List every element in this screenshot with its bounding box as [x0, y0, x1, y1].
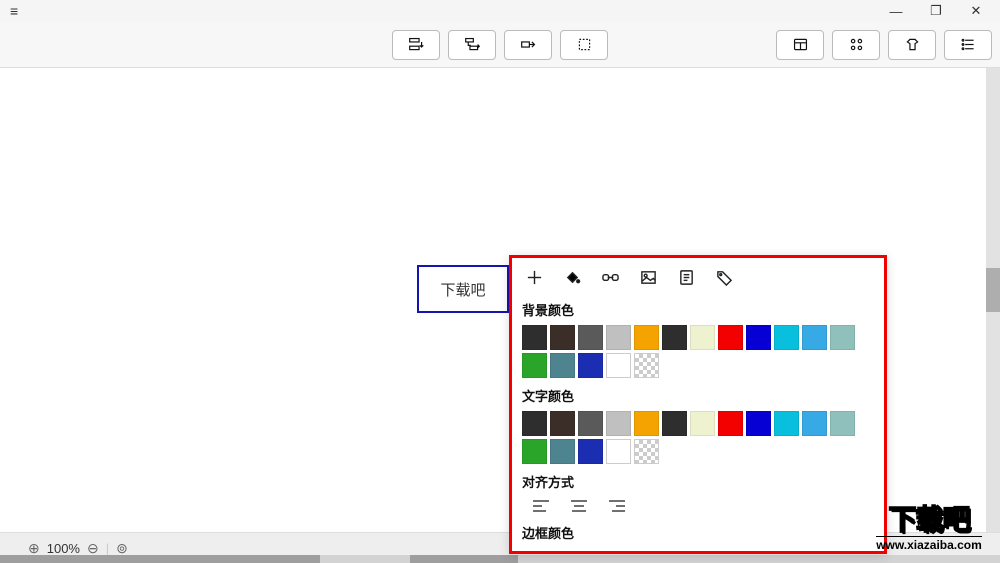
color-swatch[interactable]	[662, 411, 687, 436]
color-swatch[interactable]	[774, 325, 799, 350]
color-swatch[interactable]	[522, 353, 547, 378]
text-color-title: 文字颜色	[522, 386, 874, 405]
color-swatch[interactable]	[522, 411, 547, 436]
color-swatch[interactable]	[634, 353, 659, 378]
color-swatch[interactable]	[802, 325, 827, 350]
color-swatch[interactable]	[746, 325, 771, 350]
color-swatch[interactable]	[606, 325, 631, 350]
align-row	[522, 497, 874, 513]
color-swatch[interactable]	[522, 325, 547, 350]
color-swatch[interactable]	[578, 325, 603, 350]
align-title: 对齐方式	[522, 472, 874, 491]
color-swatch[interactable]	[550, 439, 575, 464]
status-strip	[0, 555, 1000, 563]
toolbar-right	[608, 30, 992, 60]
toolbar	[0, 22, 1000, 68]
vertical-scrollbar[interactable]	[986, 68, 1000, 532]
align-center-button[interactable]	[570, 499, 588, 513]
color-swatch[interactable]	[606, 411, 631, 436]
color-swatch[interactable]	[522, 439, 547, 464]
color-swatch[interactable]	[578, 439, 603, 464]
color-swatch[interactable]	[746, 411, 771, 436]
minimize-button[interactable]: —	[876, 0, 916, 22]
root-node[interactable]: 下载吧	[417, 265, 509, 313]
color-swatch[interactable]	[830, 325, 855, 350]
color-swatch[interactable]	[606, 439, 631, 464]
zoom-out-icon[interactable]: ⊖	[87, 540, 99, 557]
layout-button[interactable]	[832, 30, 880, 60]
text-swatches	[522, 411, 874, 464]
color-swatch[interactable]	[550, 353, 575, 378]
titlebar: ≡ — ❐ ✕	[0, 0, 1000, 22]
relation-button[interactable]	[504, 30, 552, 60]
style-button[interactable]	[888, 30, 936, 60]
border-color-title: 边框颜色	[522, 523, 874, 542]
bg-color-title: 背景颜色	[522, 300, 874, 319]
link-icon[interactable]	[601, 268, 619, 286]
fit-icon[interactable]: ⊚	[116, 540, 128, 557]
color-swatch[interactable]	[634, 325, 659, 350]
boundary-button[interactable]	[560, 30, 608, 60]
toolbar-center	[392, 30, 608, 60]
color-swatch[interactable]	[606, 353, 631, 378]
fill-icon[interactable]	[563, 268, 581, 286]
color-swatch[interactable]	[774, 411, 799, 436]
format-popover: 背景颜色 文字颜色 对齐方式 边框颜色	[509, 255, 887, 554]
close-button[interactable]: ✕	[956, 0, 996, 22]
color-swatch[interactable]	[718, 325, 743, 350]
menu-icon[interactable]: ≡	[4, 3, 24, 19]
zoom-in-icon[interactable]: ⊕	[28, 540, 40, 557]
align-left-button[interactable]	[532, 499, 550, 513]
note-icon[interactable]	[677, 268, 695, 286]
add-icon[interactable]	[525, 268, 543, 286]
color-swatch[interactable]	[578, 411, 603, 436]
insert-sibling-button[interactable]	[392, 30, 440, 60]
color-swatch[interactable]	[578, 353, 603, 378]
color-swatch[interactable]	[634, 411, 659, 436]
maximize-button[interactable]: ❐	[916, 0, 956, 22]
color-swatch[interactable]	[718, 411, 743, 436]
window-controls: — ❐ ✕	[876, 0, 996, 22]
image-icon[interactable]	[639, 268, 657, 286]
color-swatch[interactable]	[802, 411, 827, 436]
bg-swatches	[522, 325, 874, 378]
scrollbar-thumb[interactable]	[986, 268, 1000, 312]
color-swatch[interactable]	[690, 411, 715, 436]
theme-button[interactable]	[776, 30, 824, 60]
align-right-button[interactable]	[608, 499, 626, 513]
zoom-label: 100%	[47, 541, 80, 556]
insert-child-button[interactable]	[448, 30, 496, 60]
color-swatch[interactable]	[662, 325, 687, 350]
tag-icon[interactable]	[715, 268, 733, 286]
node-label: 下载吧	[440, 279, 485, 300]
outline-button[interactable]	[944, 30, 992, 60]
popover-tool-row	[522, 268, 874, 286]
color-swatch[interactable]	[550, 325, 575, 350]
color-swatch[interactable]	[550, 411, 575, 436]
color-swatch[interactable]	[690, 325, 715, 350]
color-swatch[interactable]	[830, 411, 855, 436]
color-swatch[interactable]	[634, 439, 659, 464]
